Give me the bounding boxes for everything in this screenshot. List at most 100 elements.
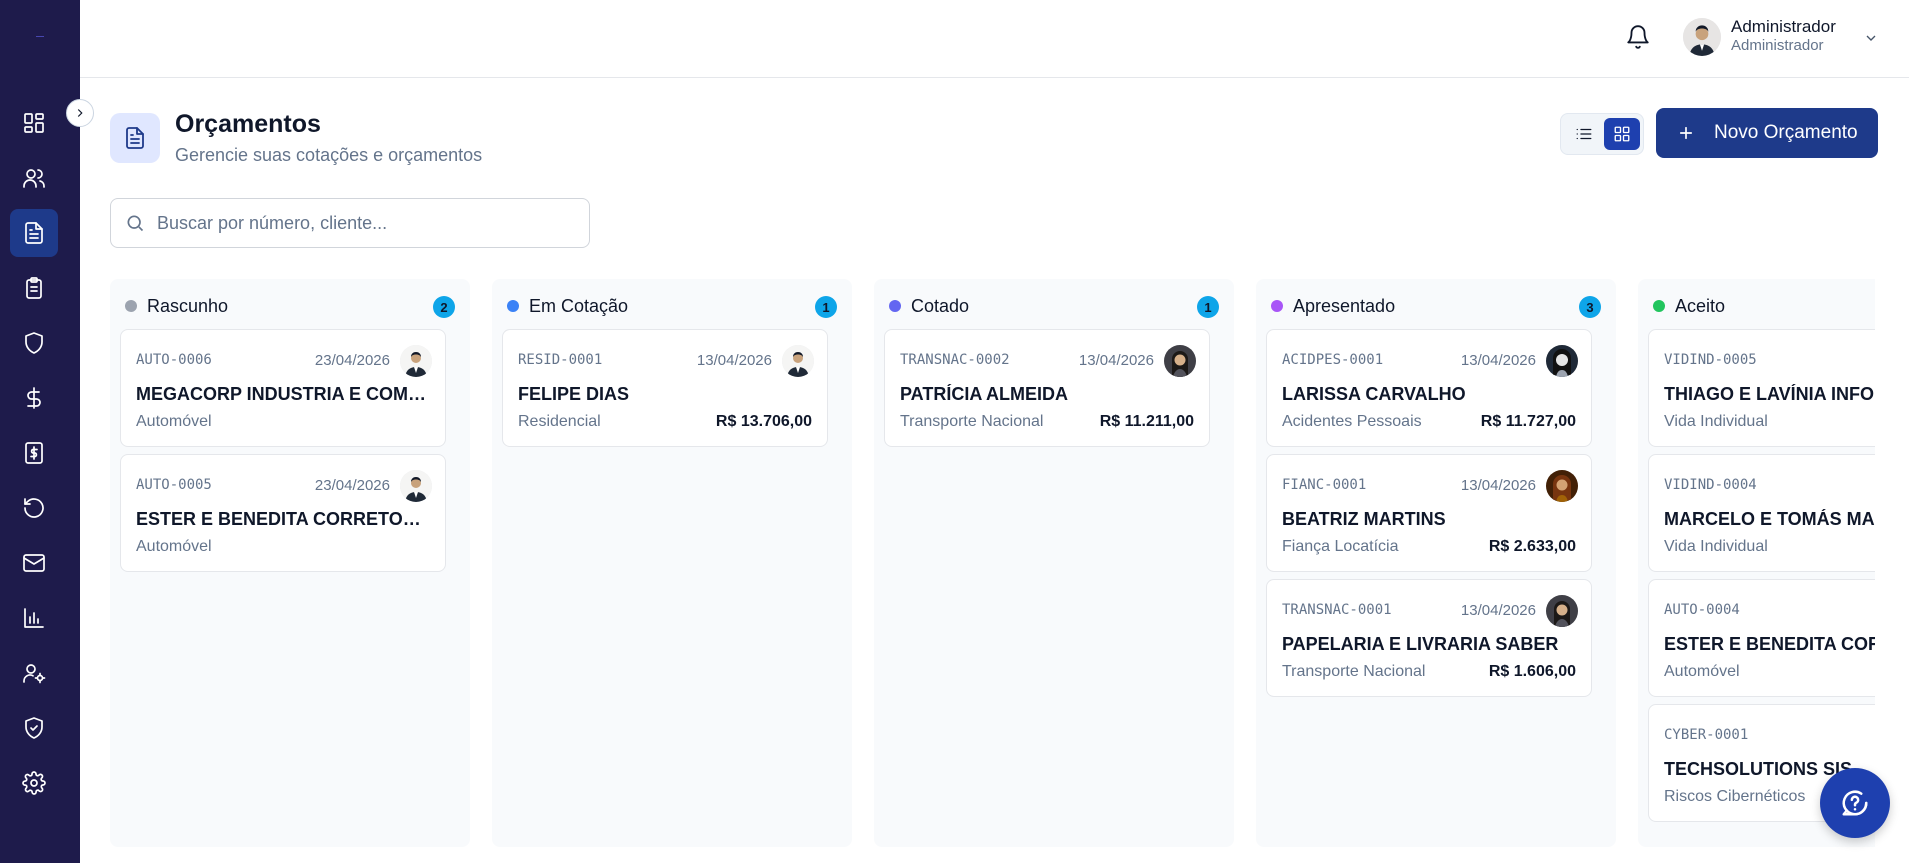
assignee-avatar [1164,345,1196,377]
quote-card[interactable]: AUTO-000422/04/ESTER E BENEDITA CORREAut… [1648,579,1875,697]
quote-card[interactable]: RESID-0001 13/04/2026 FELIPE DIAS Residenci… [502,329,828,447]
column-count-badge: 1 [815,296,837,318]
client-name: BEATRIZ MARTINS [1282,509,1446,529]
client-name: LARISSA CARVALHO [1282,384,1466,404]
quote-date: 23/04/2026 [314,352,390,369]
receipt-icon [25,442,43,464]
nav-reports[interactable] [10,594,58,642]
insurance-type: Vida Individual [1664,413,1768,430]
quote-date: 13/04/2026 [1078,352,1154,369]
help-chat-button[interactable] [1820,768,1890,838]
quote-code: VIDIND-0004 [1664,477,1757,493]
view-toggle [1560,113,1644,155]
client-name: PAPELARIA E LIVRARIA SABER [1282,634,1559,654]
client-name: PATRÍCIA ALMEIDA [900,384,1068,404]
quote-code: FIANC-0001 [1282,477,1367,493]
quote-card[interactable]: ACIDPES-0001 13/04/2026 LARISSA CARVALHO Ac… [1266,329,1592,447]
chart-icon [24,608,44,628]
nav-finance[interactable] [10,374,58,422]
grid-icon [1614,126,1630,142]
nav-proposals[interactable] [10,264,58,312]
sidebar [0,0,80,863]
quote-value: R$ 1.606,00 [1488,663,1576,680]
quote-value: R$ 2.633,00 [1488,538,1576,555]
nav-quotes[interactable] [10,209,58,257]
search-box [110,198,590,248]
column-title: Cotado [911,295,970,316]
plus-icon [1680,127,1692,139]
users-icon [23,169,45,188]
insurance-type: Acidentes Pessoais [1282,413,1422,430]
chevron-down-icon [1866,35,1876,41]
quote-card[interactable]: FIANC-0001 13/04/2026 BEATRIZ MARTINS Fianç… [1266,454,1592,572]
client-name: MEGACORP INDUSTRIA E COME... [136,384,432,404]
nav-messages[interactable] [10,539,58,587]
insurance-type: Transporte Nacional [1282,663,1426,680]
client-name: THIAGO E LAVÍNIA INFORM [1664,384,1875,404]
quote-code: CYBER-0001 [1664,727,1749,743]
nav-dashboard[interactable] [10,99,58,147]
list-view-button[interactable] [1566,118,1602,150]
nav-commissions[interactable] [10,429,58,477]
search-input[interactable] [157,212,577,234]
column-count-badge: 3 [1579,296,1601,318]
user-name[interactable]: Administrador [1731,17,1836,37]
quote-code: ACIDPES-0001 [1282,352,1384,368]
quote-value: R$ 11.211,00 [1099,413,1194,430]
status-dot [1271,300,1283,312]
quote-card[interactable]: VIDIND-000524/04/THIAGO E LAVÍNIA INFORM… [1648,329,1875,447]
man-suit-avatar-icon [1683,18,1721,56]
assignee-avatar [782,345,814,377]
page-icon-box [110,113,160,163]
quote-card[interactable]: TRANSNAC-0002 13/04/2026 PATRÍCIA ALMEIDA T… [884,329,1210,447]
shield-icon [25,332,43,354]
assignee-avatar [400,470,432,502]
quote-date: 13/04/2026 [1460,477,1536,494]
bell-icon [1627,25,1649,49]
notifications-button[interactable] [1625,24,1653,52]
column-header: Rascunho 2 [125,294,455,318]
quote-date: 13/04/2026 [696,352,772,369]
status-dot [125,300,137,312]
column-header: Em Cotação 1 [507,294,837,318]
insurance-type: Fiança Locatícia [1282,538,1399,555]
column-header: Cotado 1 [889,294,1219,318]
quote-card[interactable]: VIDIND-000423/04/MARCELO E TOMÁS MARCVid… [1648,454,1875,572]
insurance-type: Riscos Cibernéticos [1664,788,1806,805]
user-avatar[interactable] [1683,18,1721,56]
quote-date: 13/04/2026 [1460,352,1536,369]
kanban-board: Rascunho 2 AUTO-0006 23/04/2026 MEGACORP IND… [110,279,1875,847]
new-quote-label: Novo Orçamento [1714,122,1858,143]
kanban-column: Em Cotação 1 RESID-0001 13/04/2026 FELIPE DI… [492,279,852,847]
user-menu-toggle[interactable] [1863,30,1879,46]
status-dot [1653,300,1665,312]
status-dot [507,300,519,312]
grid-view-button[interactable] [1604,118,1640,150]
nav-policies[interactable] [10,319,58,367]
kanban-column: Apresentado 3 ACIDPES-0001 13/04/2026 LARISS… [1256,279,1616,847]
insurance-type: Automóvel [136,538,212,555]
quote-code: AUTO-0006 [136,352,212,368]
quote-date: 23/04/2026 [314,477,390,494]
quote-code: AUTO-0005 [136,477,212,493]
quote-card[interactable]: AUTO-0006 23/04/2026 MEGACORP INDUSTRIA E … [120,329,446,447]
logo [36,36,44,37]
nav-renewals[interactable] [10,484,58,532]
nav-users[interactable] [10,649,58,697]
gear-icon [22,771,46,795]
kanban-column: Rascunho 2 AUTO-0006 23/04/2026 MEGACORP IND… [110,279,470,847]
document-icon [25,222,43,244]
assignee-avatar [1546,470,1578,502]
assignee-avatar [1546,595,1578,627]
quote-card[interactable]: AUTO-0005 23/04/2026 ESTER E BENEDITA CORR… [120,454,446,572]
nav-clients[interactable] [10,154,58,202]
column-title: Apresentado [1293,295,1396,316]
new-quote-button[interactable]: Novo Orçamento [1656,108,1878,158]
client-name: MARCELO E TOMÁS MARC [1664,509,1875,529]
sidebar-toggle-button[interactable] [66,99,94,127]
quote-date: 13/04/2026 [1460,602,1536,619]
nav-security[interactable] [10,704,58,752]
help-chat-icon [1842,790,1868,816]
quote-card[interactable]: TRANSNAC-0001 13/04/2026 PAPELARIA E LIVRA… [1266,579,1592,697]
nav-settings[interactable] [10,759,58,807]
